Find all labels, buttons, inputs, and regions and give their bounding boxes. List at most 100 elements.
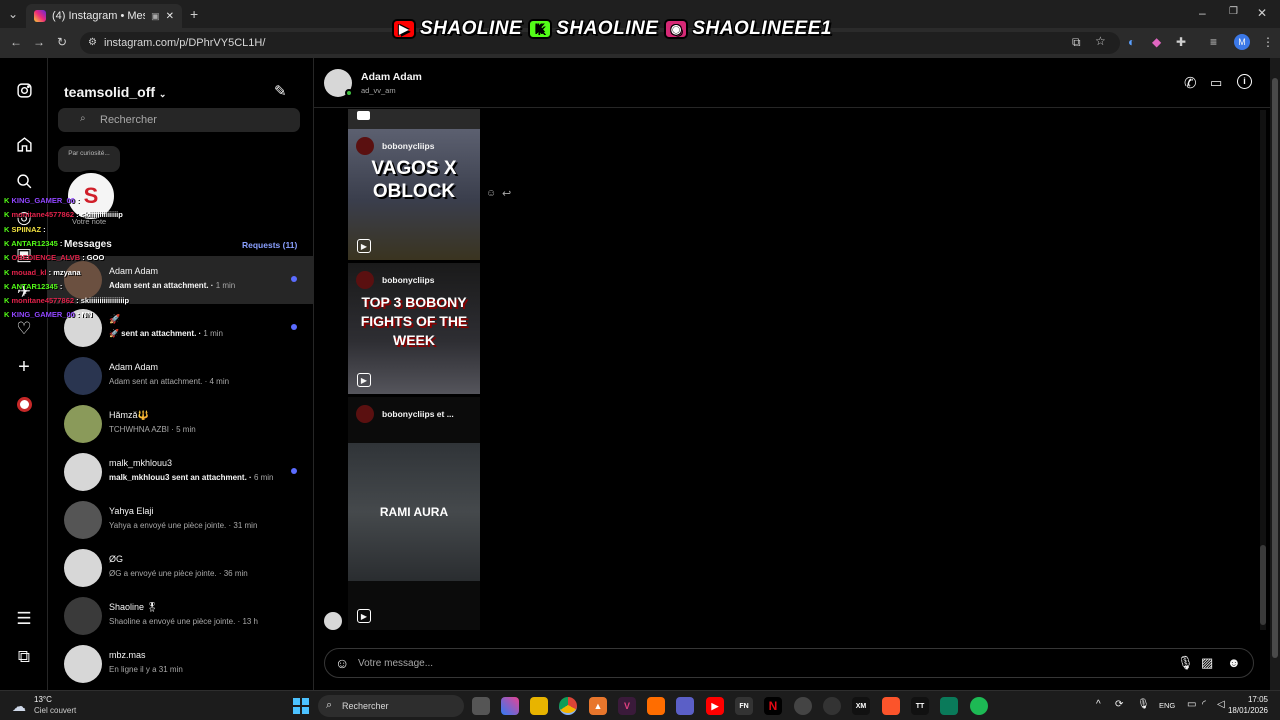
microphone-icon[interactable]: 🎙 (1137, 699, 1150, 710)
conversation-item[interactable]: Adam Adam Adam sent an attachment. · 4 mi… (48, 352, 313, 400)
notifications-heart-icon[interactable]: ♡ (12, 317, 36, 341)
reading-list-icon[interactable]: ≡ (1210, 35, 1217, 49)
app-icon[interactable]: FN (735, 697, 753, 715)
taskbar-search[interactable]: ⌕ Rechercher (318, 695, 464, 717)
youtube-icon[interactable]: ▶ (706, 697, 724, 715)
netflix-icon[interactable]: N (764, 697, 782, 715)
message-composer[interactable]: ☺ Votre message... 🎙 ▨ ☻ (324, 648, 1254, 678)
page-scrollbar[interactable] (1270, 58, 1280, 690)
conversation-item[interactable]: Shaoline 🎖 Shaoline a envoyé une pièce jo… (48, 592, 313, 640)
app-icon[interactable] (794, 697, 812, 715)
microphone-icon[interactable]: 🎙 (1177, 655, 1194, 671)
tray-app-icon[interactable]: ⟳ (1115, 699, 1123, 710)
weather-desc[interactable]: Ciel couvert (34, 706, 76, 715)
brave-icon[interactable] (882, 697, 900, 715)
account-switcher[interactable]: teamsolid_off ⌄ (64, 84, 166, 100)
profile-avatar[interactable]: M (1234, 34, 1250, 50)
forward-icon[interactable]: → (33, 35, 45, 49)
react-emoji-icon[interactable]: ☺ (486, 188, 496, 199)
conversation-avatar (64, 405, 102, 443)
scrollbar-thumb[interactable] (1260, 545, 1266, 625)
separator: : (80, 253, 87, 263)
maximize-icon[interactable]: ❐ (1229, 6, 1238, 17)
contact-avatar[interactable] (324, 69, 353, 97)
copilot-icon[interactable] (501, 697, 519, 715)
tab-search-icon[interactable]: ⌄ (8, 7, 18, 21)
profile-avatar[interactable] (12, 392, 36, 416)
voice-call-icon[interactable]: ✆ (1184, 74, 1197, 92)
reel-caption: TOP 3 BOBONY FIGHTS OF THE WEEK (360, 294, 468, 348)
wifi-icon[interactable]: ◜ (1202, 699, 1206, 710)
contact-name[interactable]: Adam Adam (361, 71, 422, 83)
new-message-icon[interactable]: ✎ (274, 82, 287, 100)
bookmark-star-icon[interactable]: ☆ (1095, 34, 1106, 48)
back-icon[interactable]: ← (10, 35, 22, 49)
teams-icon[interactable] (676, 697, 694, 715)
requests-link[interactable]: Requests (11) (242, 240, 297, 250)
conversation-item[interactable]: ØG ØG a envoyé une pièce jointe. · 36 min (48, 544, 313, 592)
tray-chevron-icon[interactable]: ^ (1096, 699, 1101, 710)
meta-apps-icon[interactable]: ⧉ (12, 645, 36, 669)
info-icon[interactable]: i (1237, 74, 1252, 89)
steam-icon[interactable] (823, 697, 841, 715)
extensions-puzzle-icon[interactable]: ✚ (1176, 35, 1186, 49)
extension-icon[interactable]: ◐ (1128, 35, 1135, 49)
instagram-logo-icon[interactable] (12, 78, 36, 102)
reply-icon[interactable]: ↩ (502, 187, 511, 200)
search-input[interactable]: ⌕ Rechercher (58, 108, 300, 132)
conversation-item[interactable]: mbz.mas En ligne il y a 31 min (48, 640, 313, 688)
file-explorer-icon[interactable] (530, 697, 548, 715)
spotify-icon[interactable] (970, 697, 988, 715)
create-plus-icon[interactable]: + (12, 355, 36, 379)
app-icon[interactable] (940, 697, 958, 715)
conversation-avatar (64, 549, 102, 587)
reload-icon[interactable]: ↻ (57, 35, 67, 49)
reel-card-partial[interactable] (348, 109, 480, 129)
task-view-icon[interactable] (472, 697, 490, 715)
app-icon[interactable]: TT (911, 697, 929, 715)
note-bubble[interactable]: Par curiosité... (58, 146, 120, 172)
site-info-icon[interactable]: ⚙ (88, 37, 97, 48)
clock-date[interactable]: 18/01/2026 (1222, 706, 1268, 715)
image-upload-icon[interactable]: ▨ (1201, 655, 1213, 671)
chat-scrollbar[interactable] (1260, 110, 1266, 630)
app-icon[interactable] (647, 697, 665, 715)
clock-time[interactable]: 17:05 (1232, 695, 1268, 704)
weather-temp[interactable]: 13°C (34, 695, 52, 704)
app-icon[interactable]: XM (852, 697, 870, 715)
display-icon[interactable]: ▭ (1187, 699, 1196, 710)
conversation-item[interactable]: malk_mkhlouu3 malk_mkhlouu3 sent an attac… (48, 448, 313, 496)
reel-card[interactable]: bobonycliips VAGOS X OBLOCK ▶ (348, 129, 480, 260)
browser-tab[interactable]: (4) Instagram • Messages ▣ ✕ (26, 4, 182, 28)
weather-cloud-icon[interactable]: ☁ (12, 698, 26, 715)
extension-icon[interactable]: ◆ (1152, 35, 1161, 49)
home-icon[interactable] (12, 132, 36, 156)
reel-card[interactable]: bobonycliips TOP 3 BOBONY FIGHTS OF THE … (348, 263, 480, 394)
stream-chat-line: K monitane4577862 : skiiiiiiiiiiiiiip (4, 210, 123, 219)
search-icon[interactable] (12, 169, 36, 193)
language-indicator[interactable]: ENG (1159, 701, 1175, 710)
more-menu-icon[interactable]: ☰ (12, 607, 36, 631)
video-call-icon[interactable]: ▭ (1210, 75, 1222, 91)
conversation-item[interactable]: Hămză🔱 TCHWHNA AZBI · 5 min (48, 400, 313, 448)
minimize-icon[interactable]: – (1199, 6, 1206, 20)
tab-media-icon[interactable]: ▣ (151, 11, 160, 22)
install-app-icon[interactable]: ⧉ (1072, 35, 1081, 50)
page-scrollbar-thumb[interactable] (1272, 78, 1278, 658)
emoji-icon[interactable]: ☺ (335, 655, 349, 671)
close-window-icon[interactable]: ✕ (1257, 6, 1267, 20)
tab-close-icon[interactable]: ✕ (166, 11, 174, 22)
sticker-icon[interactable]: ☻ (1227, 655, 1241, 670)
chevron-down-icon: ⌄ (158, 89, 167, 99)
message-input[interactable]: Votre message... (358, 658, 433, 669)
windows-start-icon[interactable] (293, 698, 309, 714)
stream-banner: ▶ SHAOLINE K SHAOLINE ◉ SHAOLINEEE1 (392, 16, 876, 42)
conversation-item[interactable]: Yahya Elaji Yahya a envoyé une pièce join… (48, 496, 313, 544)
reel-card[interactable]: bobonycliips et ... RAMI AURA ▶ (348, 397, 480, 630)
conversation-preview: En ligne il y a 31 min (109, 665, 183, 674)
chrome-icon[interactable] (559, 697, 577, 715)
app-icon[interactable]: V (618, 697, 636, 715)
new-tab-icon[interactable]: + (190, 6, 198, 22)
menu-dots-icon[interactable]: ⋮ (1262, 35, 1274, 49)
app-icon[interactable]: ▲ (589, 697, 607, 715)
